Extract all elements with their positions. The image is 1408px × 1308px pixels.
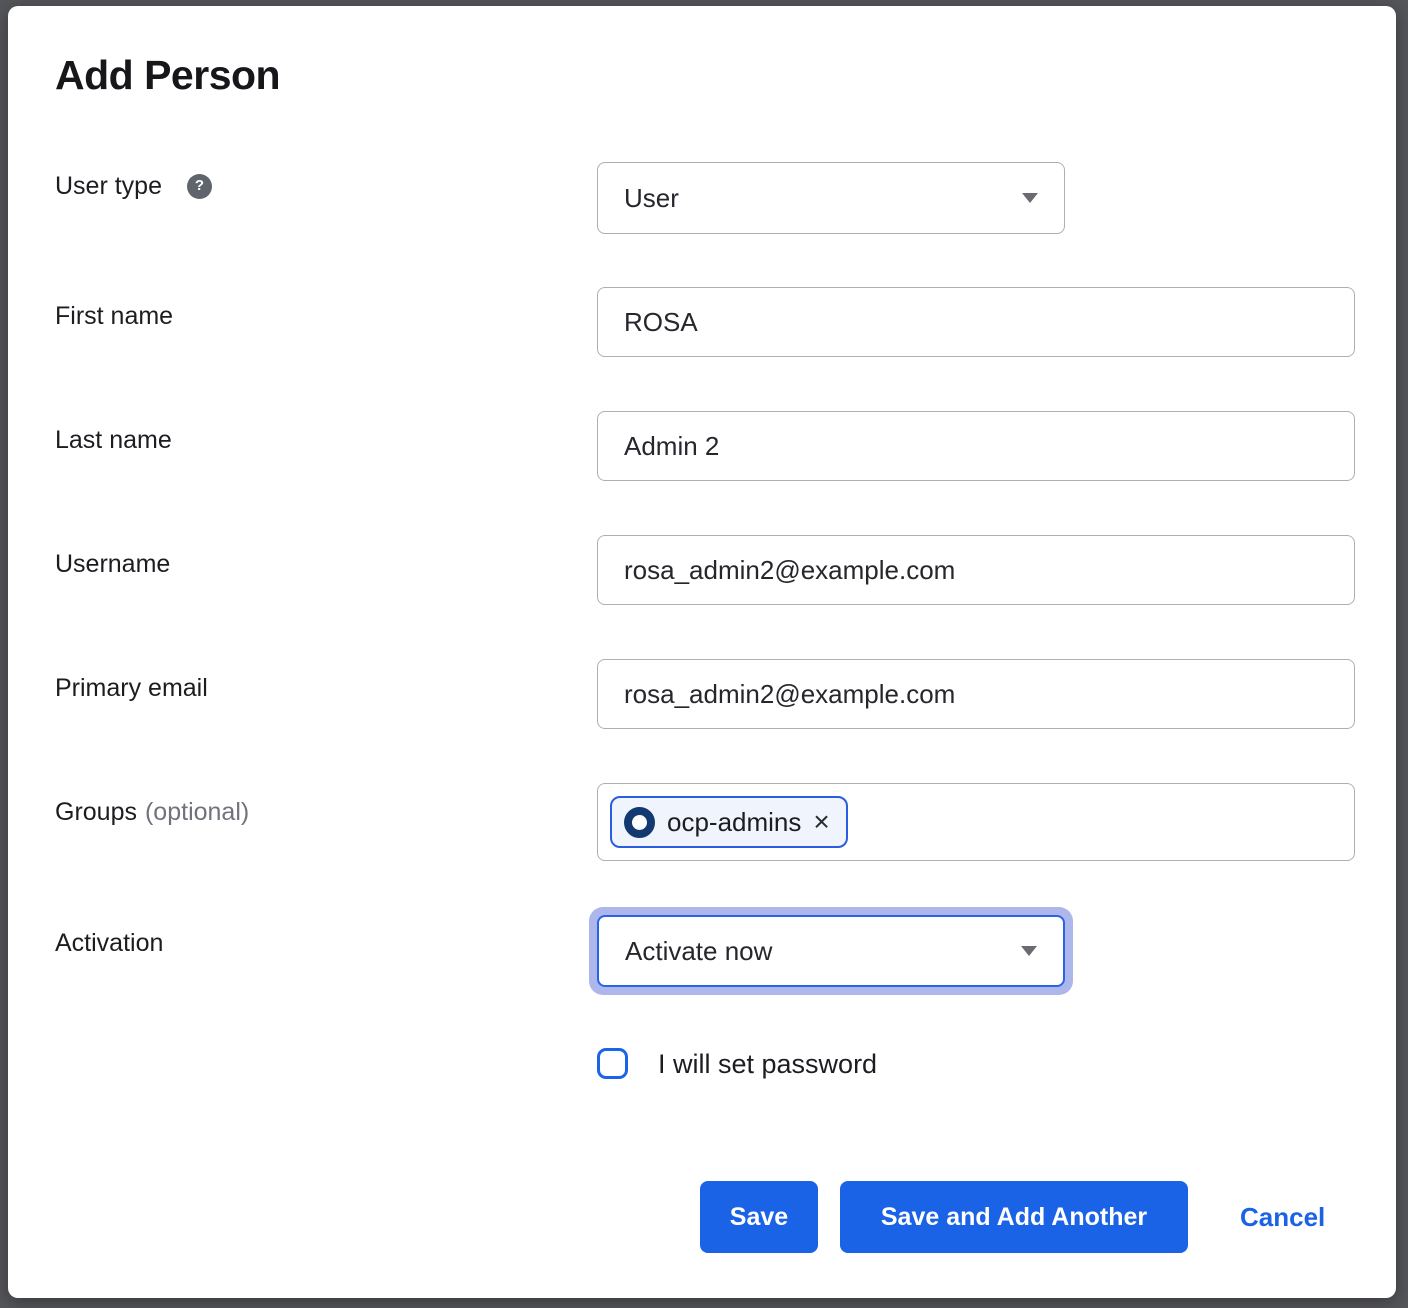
username-input[interactable] <box>597 535 1355 605</box>
groups-input[interactable]: ocp-admins × <box>597 783 1355 861</box>
user-type-select[interactable]: User <box>597 162 1065 234</box>
activation-label: Activation <box>55 927 163 959</box>
group-chip-label: ocp-admins <box>667 807 801 838</box>
help-icon[interactable]: ? <box>187 174 212 199</box>
chevron-down-icon <box>1021 946 1037 956</box>
dialog-title: Add Person <box>55 52 280 99</box>
activation-select[interactable]: Activate now <box>597 915 1065 987</box>
save-and-add-another-button[interactable]: Save and Add Another <box>840 1181 1188 1253</box>
chevron-down-icon <box>1022 193 1038 203</box>
first-name-input[interactable] <box>597 287 1355 357</box>
activation-focus-ring: Activate now <box>589 907 1073 995</box>
primary-email-input[interactable] <box>597 659 1355 729</box>
user-type-label: User type ? <box>55 170 212 202</box>
groups-optional-label: (optional) <box>145 796 249 828</box>
primary-email-label: Primary email <box>55 672 208 704</box>
set-password-label: I will set password <box>658 1046 877 1082</box>
groups-label: Groups (optional) <box>55 796 249 828</box>
username-label: Username <box>55 548 170 580</box>
activation-value: Activate now <box>625 936 772 967</box>
first-name-label: First name <box>55 300 173 332</box>
remove-group-icon[interactable]: × <box>813 808 829 836</box>
last-name-input[interactable] <box>597 411 1355 481</box>
set-password-checkbox[interactable] <box>597 1048 628 1079</box>
group-chip[interactable]: ocp-admins × <box>610 796 848 848</box>
add-person-dialog: Add Person User type ? User First name L… <box>8 6 1396 1298</box>
okta-logo-icon <box>624 807 655 838</box>
last-name-label: Last name <box>55 424 172 456</box>
save-button[interactable]: Save <box>700 1181 818 1253</box>
cancel-button[interactable]: Cancel <box>1240 1181 1325 1253</box>
user-type-value: User <box>624 183 679 214</box>
